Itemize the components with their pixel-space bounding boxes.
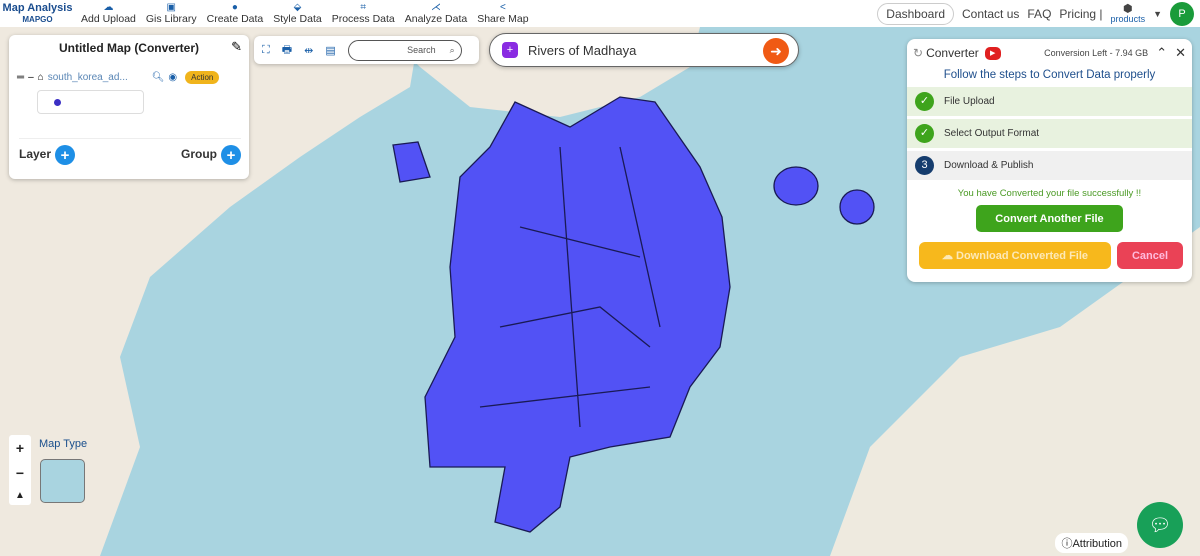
process-icon: ⌗ [360,2,367,13]
close-icon[interactable]: ✕ [1175,45,1186,61]
south-korea-polygon[interactable] [424,96,731,533]
add-layer-button[interactable]: Layer + [19,145,76,165]
map-type-thumbnail[interactable] [40,459,85,503]
top-nav-bar: Map Analysis MAPGO ☁ Add Upload ▣ Gis Librar… [0,0,1200,27]
library-icon: ▣ [166,2,176,13]
polygon-icon: ⌂ [37,72,44,83]
map-title: Untitled Map (Converter) [58,41,199,55]
island-polygon[interactable] [392,141,431,183]
products-menu[interactable]: ⬢ products [1111,2,1146,24]
check-icon: ✓ [915,92,934,111]
island-polygon[interactable] [839,189,875,225]
dashboard-button[interactable]: Dashboard [877,2,955,25]
ai-icon: + [502,42,518,58]
zoom-controls: + − ▲ [9,435,31,505]
plus-icon: + [55,145,76,165]
pin-icon: ● [231,2,238,13]
check-icon: ✓ [915,124,934,143]
style-icon: ⬙ [293,2,302,13]
info-icon: ⓘ [1061,538,1073,550]
nav-process-data[interactable]: ⌗ Process Data [332,2,395,25]
collapse-icon[interactable]: ⌃ [1156,45,1167,61]
avatar[interactable]: P [1170,1,1194,26]
comment-icon[interactable]: ▤ [325,44,335,57]
search-input[interactable]: Search ⌕ [347,39,462,61]
layer-name[interactable]: south_korea_ad... [48,72,148,83]
chat-button[interactable]: 💬︎ [1137,502,1183,548]
cloud-download-icon: ☁ [941,250,957,262]
cloud-upload-icon: ☁ [103,2,114,13]
attribution-button[interactable]: ⓘAttribution [1055,533,1128,553]
nav-analyze-data[interactable]: ⋌ Analyze Data [405,2,467,25]
faq-link[interactable]: FAQ [1027,7,1051,21]
submit-arrow-button[interactable]: ➜ [763,38,789,64]
step-file-upload: ✓ File Upload [907,87,1192,116]
edit-icon[interactable]: ✎ [231,39,242,55]
map-toolbar: ⛶ 🖶︎ ⇹ ▤ Search ⌕ [254,36,479,64]
refresh-icon: ↻ [913,46,924,60]
nav-style-data[interactable]: ⬙ Style Data [273,2,321,25]
success-message: You have Converted your file successfull… [957,188,1142,199]
analyze-icon: ⋌ [430,2,441,13]
zoom-out-button[interactable]: − [16,465,24,481]
nav-add-upload[interactable]: ☁ Add Upload [81,2,136,25]
korea-polygon-layer[interactable] [392,96,875,533]
ai-prompt-bar[interactable]: + Rivers of Madhaya ➜ [489,33,799,67]
island-polygon[interactable] [773,166,819,206]
layer-style-swatch[interactable] [37,90,144,114]
north-arrow-icon[interactable]: ▲ [15,490,25,501]
nav-share-map[interactable]: < Share Map [477,2,528,25]
search-icon: ⌕ [449,44,455,55]
contact-link[interactable]: Contact us [962,7,1019,21]
nav-gis-library[interactable]: ▣ Gis Library [146,2,197,25]
convert-another-button[interactable]: Convert Another File [976,205,1123,232]
layers-panel: Untitled Map (Converter) ✎ ═ – ⌂ south_kor… [9,35,249,179]
cube-icon: ⬢ [1123,2,1133,15]
map-type-label: Map Type [39,438,88,450]
zoom-to-layer-icon[interactable]: 🔍︎ [152,72,165,83]
print-icon[interactable]: 🖶︎ [282,41,292,60]
logo[interactable]: Map Analysis MAPGO [0,2,75,25]
fullscreen-icon[interactable]: ⛶ [262,44,270,57]
chat-icon: 💬︎ [1148,515,1172,535]
prompt-input[interactable]: Rivers of Madhaya [528,43,636,58]
step-download: 3 Download & Publish [907,151,1192,180]
visibility-icon[interactable]: ◉ [168,72,177,83]
youtube-icon[interactable]: ▶ [984,46,1001,60]
nav-create-data[interactable]: ● Create Data [207,2,264,25]
layer-row[interactable]: ═ – ⌂ south_korea_ad... 🔍︎ ◉ Action [9,71,249,84]
download-button[interactable]: ☁ Download Converted File [919,242,1111,269]
measure-icon[interactable]: ⇹ [304,44,313,57]
step-output-format: ✓ Select Output Format [907,119,1192,148]
drag-handle-icon[interactable]: ═ [17,72,24,83]
zoom-in-button[interactable]: + [16,440,24,456]
collapse-icon[interactable]: – [28,72,34,83]
cancel-button[interactable]: Cancel [1117,242,1183,269]
plus-icon: + [221,145,241,165]
action-button[interactable]: Action [185,71,220,84]
pricing-link[interactable]: Pricing | [1059,7,1102,21]
add-group-button[interactable]: Group + [181,145,241,165]
converter-panel: ↻ Converter ▶ Conversion Left - 7.94 GB ⌃ ✕ F… [907,39,1192,282]
chevron-down-icon[interactable]: ▼ [1153,9,1162,19]
share-icon: < [499,2,506,13]
